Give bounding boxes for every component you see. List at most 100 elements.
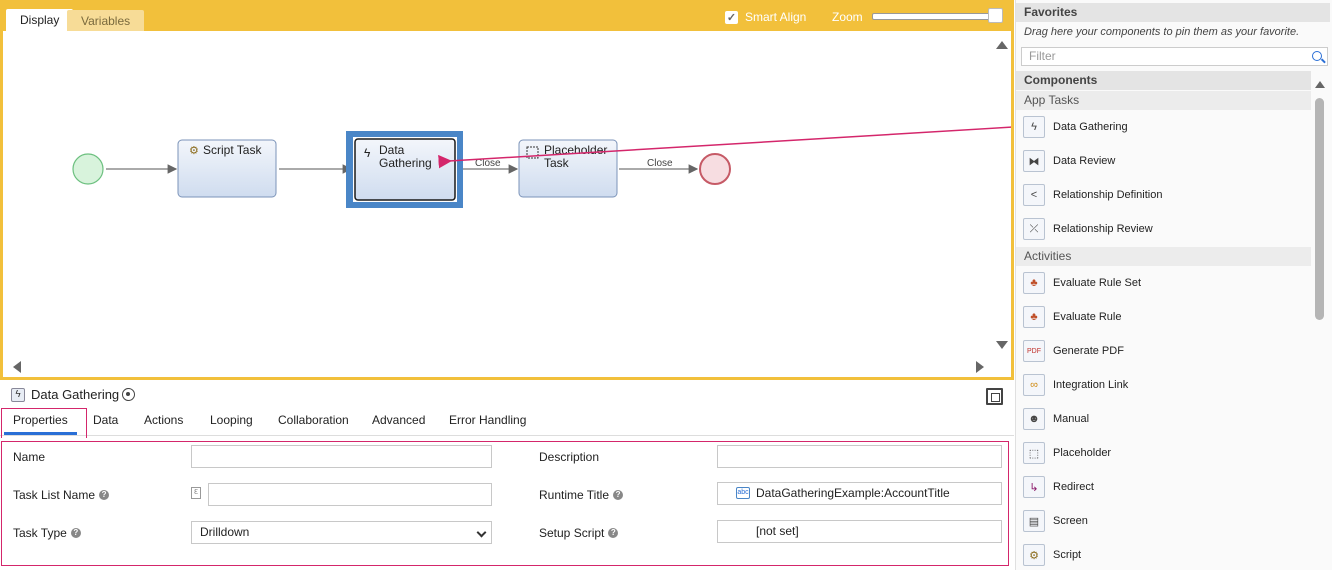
- component-label: Generate PDF: [1053, 345, 1124, 357]
- help-icon[interactable]: ?: [70, 528, 81, 538]
- canvas-scroll-right-icon[interactable]: [976, 361, 984, 373]
- component-relationship-review[interactable]: ⤫ Relationship Review: [1023, 217, 1153, 241]
- component-label: Evaluate Rule Set: [1053, 277, 1142, 289]
- flow-label-close-2: Close: [647, 158, 673, 169]
- component-relationship-definition[interactable]: < Relationship Definition: [1023, 183, 1162, 207]
- link-icon: ∞: [1023, 374, 1045, 396]
- fit-to-screen-icon[interactable]: [986, 388, 1003, 405]
- canvas-tab-strip: Display Variables ✓ Smart Align Zoom: [3, 3, 1011, 33]
- component-script[interactable]: ⚙ Script: [1023, 543, 1081, 567]
- task-type-select[interactable]: Drilldown: [191, 521, 492, 544]
- property-tabs: Properties Data Actions Looping Collabor…: [0, 408, 1014, 436]
- filter-input[interactable]: Filter: [1021, 47, 1328, 66]
- component-label: Placeholder: [1053, 447, 1112, 459]
- redirect-icon: ↳: [1023, 476, 1045, 498]
- setup-script-label-text: Setup Script: [539, 526, 605, 540]
- component-evaluate-rule[interactable]: ♣ Evaluate Rule: [1023, 305, 1122, 329]
- component-label: Relationship Definition: [1053, 189, 1163, 201]
- components-header: Components: [1016, 71, 1311, 90]
- tab-display[interactable]: Display: [6, 9, 74, 33]
- rule-set-icon: ♣: [1023, 272, 1045, 294]
- palette-scrollbar[interactable]: [1315, 98, 1324, 320]
- script-task-label: Script Task: [203, 143, 262, 157]
- component-label: Script: [1053, 549, 1082, 561]
- palette-scroll-up-icon[interactable]: [1315, 81, 1325, 88]
- bowtie-icon: ⧓: [1023, 150, 1045, 172]
- component-screen[interactable]: ▤ Screen: [1023, 509, 1088, 533]
- rule-icon: ♣: [1023, 306, 1045, 328]
- script-task-node[interactable]: ⚙ Script Task: [177, 139, 277, 198]
- search-icon[interactable]: [1312, 51, 1322, 61]
- start-event[interactable]: [72, 153, 104, 185]
- component-label: Relationship Review: [1053, 223, 1153, 235]
- runtime-title-label-text: Runtime Title: [539, 488, 610, 502]
- tab-data[interactable]: Data: [93, 413, 118, 427]
- data-gathering-label-line1: Data: [379, 143, 405, 157]
- component-generate-pdf[interactable]: PDF Generate PDF: [1023, 339, 1124, 363]
- locate-icon[interactable]: [122, 388, 135, 401]
- description-label: Description: [539, 450, 599, 464]
- name-input[interactable]: [191, 445, 492, 468]
- data-gathering-node[interactable]: ϟ Data Gathering: [346, 131, 463, 208]
- canvas-scroll-up-icon[interactable]: [996, 41, 1008, 49]
- component-label: Data Gathering: [1053, 121, 1128, 133]
- favorites-header: Favorites: [1016, 3, 1330, 22]
- active-tab-underline: [4, 432, 77, 435]
- runtime-title-input[interactable]: abc DataGatheringExample:AccountTitle: [717, 482, 1002, 505]
- component-label: Screen: [1053, 515, 1088, 527]
- expression-icon: abc: [736, 487, 750, 499]
- pdf-icon: PDF: [1023, 340, 1045, 362]
- component-manual[interactable]: ☻ Manual: [1023, 407, 1089, 431]
- runtime-title-label: Runtime Title?: [539, 488, 624, 502]
- end-event[interactable]: [699, 153, 731, 185]
- help-icon[interactable]: ?: [608, 528, 619, 538]
- task-list-name-input[interactable]: [208, 483, 492, 506]
- canvas-scroll-down-icon[interactable]: [996, 341, 1008, 349]
- lightning-icon: ϟ: [364, 146, 371, 160]
- filter-placeholder: Filter: [1029, 49, 1056, 63]
- help-icon[interactable]: ?: [99, 490, 110, 500]
- relationship-review-icon: ⤫: [1023, 218, 1045, 240]
- component-palette: Favorites Drag here your components to p…: [1015, 0, 1332, 570]
- canvas-scroll-left-icon[interactable]: [13, 361, 21, 373]
- component-integration-link[interactable]: ∞ Integration Link: [1023, 373, 1128, 397]
- component-placeholder[interactable]: ⬚ Placeholder: [1023, 441, 1111, 465]
- tab-error-handling[interactable]: Error Handling: [449, 413, 526, 427]
- description-label-text: Description: [539, 450, 600, 464]
- component-label: Evaluate Rule: [1053, 311, 1122, 323]
- zoom-slider[interactable]: [872, 13, 998, 20]
- zoom-label: Zoom: [832, 10, 863, 24]
- name-label-text: Name: [13, 450, 46, 464]
- gear-icon: ⚙: [1023, 544, 1045, 566]
- favorites-hint: Drag here your components to pin them as…: [1024, 26, 1300, 38]
- process-canvas[interactable]: Display Variables ✓ Smart Align Zoom ⚙ S…: [0, 0, 1014, 380]
- help-icon[interactable]: ?: [613, 490, 624, 500]
- setup-script-label: Setup Script?: [539, 526, 619, 540]
- task-list-name-label: Task List Name?: [13, 488, 110, 502]
- tab-collaboration[interactable]: Collaboration: [278, 413, 349, 427]
- tab-looping[interactable]: Looping: [210, 413, 253, 427]
- gear-icon: ⚙: [189, 145, 199, 157]
- placeholder-task-node[interactable]: Placeholder Task: [518, 139, 618, 198]
- task-type-value: Drilldown: [200, 525, 250, 539]
- lightning-icon: ϟ: [1023, 116, 1045, 138]
- setup-script-input[interactable]: [not set]: [717, 520, 1002, 543]
- component-evaluate-rule-set[interactable]: ♣ Evaluate Rule Set: [1023, 271, 1141, 295]
- component-redirect[interactable]: ↳ Redirect: [1023, 475, 1094, 499]
- tab-advanced[interactable]: Advanced: [372, 413, 425, 427]
- component-data-review[interactable]: ⧓ Data Review: [1023, 149, 1115, 173]
- user-icon: ☻: [1023, 408, 1045, 430]
- smart-align-toggle[interactable]: ✓ Smart Align: [725, 10, 806, 24]
- description-input[interactable]: [717, 445, 1002, 468]
- component-label: Manual: [1053, 413, 1090, 425]
- tab-actions[interactable]: Actions: [144, 413, 183, 427]
- task-list-name-label-text: Task List Name: [13, 488, 96, 502]
- placeholder-task-label-line2: Task: [544, 156, 570, 170]
- tab-variables[interactable]: Variables: [67, 10, 145, 31]
- name-label: Name: [13, 450, 45, 464]
- component-data-gathering[interactable]: ϟ Data Gathering: [1023, 115, 1128, 139]
- smart-align-checkbox[interactable]: ✓: [725, 10, 738, 24]
- localization-icon[interactable]: ℇ: [191, 487, 201, 499]
- zoom-slider-thumb[interactable]: [988, 8, 1003, 23]
- component-label: Integration Link: [1053, 379, 1129, 391]
